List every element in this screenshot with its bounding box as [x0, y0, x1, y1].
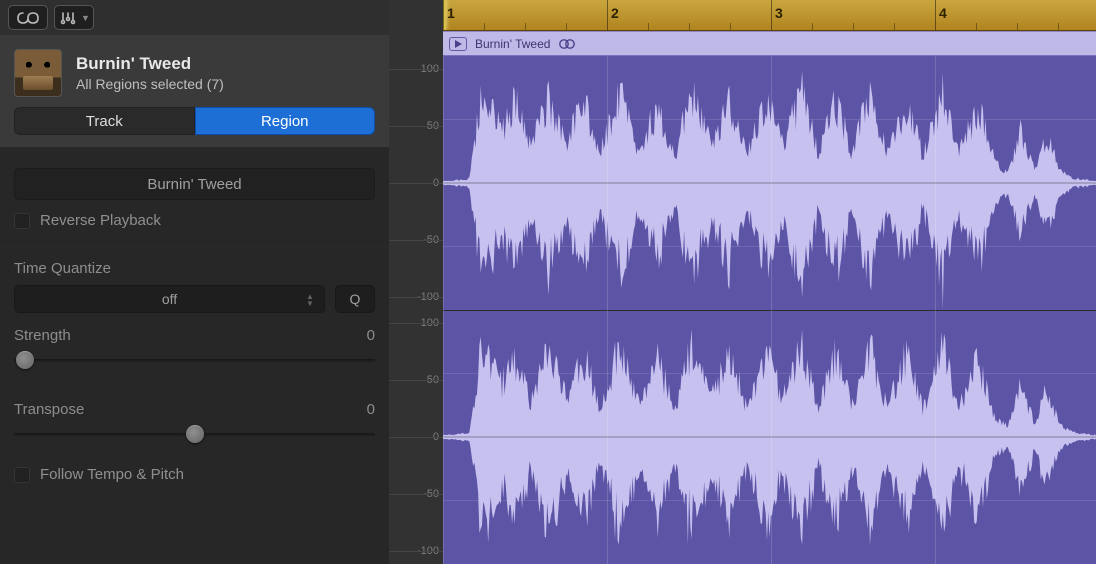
tab-region[interactable]: Region	[195, 107, 376, 135]
catch-filter-button[interactable]: ▼	[54, 5, 94, 30]
region-header-strip[interactable]: Burnin' Tweed	[443, 31, 1096, 56]
amplitude-gutter: 100500-50-100 100500-50-100	[389, 0, 443, 564]
loop-icon	[17, 11, 39, 25]
strength-slider[interactable]	[14, 350, 375, 370]
timeline-ruler[interactable]: 12345	[443, 0, 1096, 31]
loop-mode-button[interactable]	[8, 5, 48, 30]
reverse-playback-row[interactable]: Reverse Playback	[14, 212, 375, 229]
strength-label: Strength	[14, 327, 71, 344]
track-icon-thumbnail	[14, 49, 62, 97]
region-name-field[interactable]: Burnin' Tweed	[14, 168, 375, 200]
stereo-icon	[558, 38, 576, 50]
transpose-value: 0	[367, 401, 375, 418]
bar-number: 2	[611, 5, 619, 21]
quantize-apply-button[interactable]: Q	[335, 285, 375, 313]
transpose-slider-thumb[interactable]	[186, 425, 204, 443]
time-quantize-dropdown[interactable]: off ▲▼	[14, 285, 325, 313]
bar-number: 3	[775, 5, 783, 21]
region-strip-name: Burnin' Tweed	[475, 37, 550, 51]
follow-tempo-row[interactable]: Follow Tempo & Pitch	[14, 466, 375, 483]
waveform-editor[interactable]	[443, 56, 1096, 564]
bar-number: 1	[447, 5, 455, 21]
track-title: Burnin' Tweed	[76, 54, 224, 74]
reverse-playback-label: Reverse Playback	[40, 212, 161, 229]
chevron-updown-icon: ▲▼	[304, 290, 316, 310]
transpose-label: Transpose	[14, 401, 84, 418]
follow-tempo-label: Follow Tempo & Pitch	[40, 466, 184, 483]
tab-track[interactable]: Track	[14, 107, 195, 135]
follow-tempo-checkbox[interactable]	[14, 467, 30, 483]
time-quantize-label: Time Quantize	[14, 260, 375, 277]
bar-number: 4	[939, 5, 947, 21]
transpose-slider[interactable]	[14, 424, 375, 444]
strength-slider-thumb[interactable]	[16, 351, 34, 369]
reverse-playback-checkbox[interactable]	[14, 213, 30, 229]
play-icon	[449, 37, 467, 51]
filter-icon	[58, 11, 78, 25]
selection-subtitle: All Regions selected (7)	[76, 76, 224, 92]
strength-value: 0	[367, 327, 375, 344]
